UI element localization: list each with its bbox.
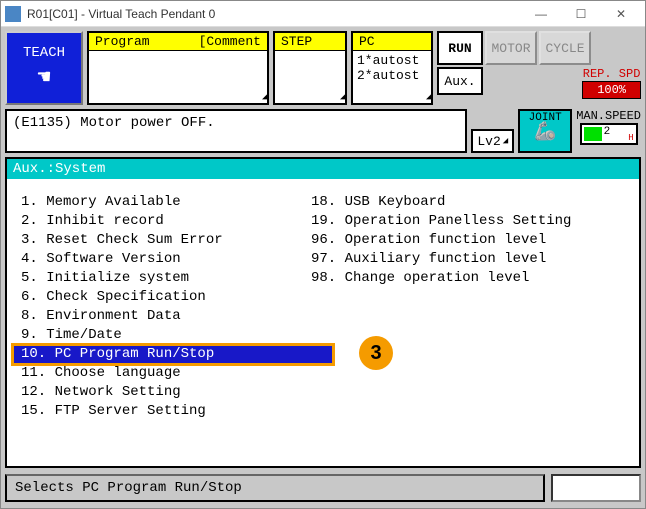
rep-speed: REP. SPD 100%	[582, 67, 641, 99]
menu-area: 1. Memory Available2. Inhibit record3. R…	[7, 179, 639, 466]
menu-column-2: 18. USB Keyboard19. Operation Panelless …	[309, 193, 573, 421]
pc-panel[interactable]: PC 1*autost 2*autost ◢	[351, 31, 433, 105]
minimize-button[interactable]: —	[521, 2, 561, 26]
resize-handle-icon: ◢	[340, 94, 344, 102]
message-box: (E1135) Motor power OFF.	[5, 109, 467, 153]
teach-label: TEACH	[23, 45, 65, 61]
man-speed-bar[interactable]: 2 H	[580, 123, 638, 145]
app-icon	[5, 6, 21, 22]
menu-item[interactable]: 10. PC Program Run/Stop	[13, 345, 333, 364]
menu-item[interactable]: 5. Initialize system	[19, 269, 309, 288]
pc-line-2: 2*autost	[357, 68, 427, 83]
menu-item[interactable]: 96. Operation function level	[309, 231, 573, 250]
menu-item[interactable]: 4. Software Version	[19, 250, 309, 269]
program-panel[interactable]: Program [Comment ◢	[87, 31, 269, 105]
man-speed-value: 2	[604, 126, 611, 138]
menu-item[interactable]: 1. Memory Available	[19, 193, 309, 212]
menu-item[interactable]: 3. Reset Check Sum Error	[19, 231, 309, 250]
maximize-button[interactable]: ☐	[561, 2, 601, 26]
motor-button[interactable]: MOTOR	[485, 31, 537, 65]
hint-bar: Selects PC Program Run/Stop	[5, 474, 545, 502]
resize-handle-icon: ◢	[262, 94, 266, 102]
annotation-badge: 3	[359, 336, 393, 370]
menu-item[interactable]: 98. Change operation level	[309, 269, 573, 288]
hand-icon: ☚	[37, 65, 50, 91]
input-box[interactable]	[551, 474, 641, 502]
robot-arm-icon: 🦾	[534, 124, 556, 142]
main-header: Aux.:System	[7, 159, 639, 179]
rep-speed-value[interactable]: 100%	[582, 81, 641, 99]
window-title: R01[C01] - Virtual Teach Pendant 0	[27, 7, 521, 21]
step-panel[interactable]: STEP ◢	[273, 31, 347, 105]
cycle-button[interactable]: CYCLE	[539, 31, 591, 65]
program-header-right: [Comment	[199, 34, 261, 49]
run-button[interactable]: RUN	[437, 31, 483, 65]
man-speed-fill	[584, 127, 602, 141]
resize-handle-icon: ◢	[503, 136, 508, 146]
status-message: (E1135) Motor power OFF.	[13, 115, 215, 131]
rep-speed-label: REP. SPD	[583, 67, 641, 81]
titlebar: R01[C01] - Virtual Teach Pendant 0 — ☐ ✕	[1, 1, 645, 27]
menu-column-1: 1. Memory Available2. Inhibit record3. R…	[19, 193, 309, 421]
main-panel: Aux.:System 1. Memory Available2. Inhibi…	[5, 157, 641, 468]
menu-item[interactable]: 2. Inhibit record	[19, 212, 309, 231]
close-button[interactable]: ✕	[601, 2, 641, 26]
step-header: STEP	[281, 34, 312, 49]
pendant-body: TEACH ☚ Program [Comment ◢ STEP ◢ PC	[1, 27, 645, 508]
pc-header: PC	[359, 34, 375, 49]
resize-handle-icon: ◢	[426, 94, 430, 102]
menu-item[interactable]: 18. USB Keyboard	[309, 193, 573, 212]
man-speed-h: H	[628, 133, 633, 143]
menu-item[interactable]: 19. Operation Panelless Setting	[309, 212, 573, 231]
aux-button[interactable]: Aux.	[437, 67, 483, 95]
program-header-left: Program	[95, 34, 150, 49]
menu-item[interactable]: 11. Choose language	[19, 364, 309, 383]
menu-item[interactable]: 12. Network Setting	[19, 383, 309, 402]
teach-button[interactable]: TEACH ☚	[5, 31, 83, 105]
menu-item[interactable]: 6. Check Specification	[19, 288, 309, 307]
man-speed-label: MAN.SPEED	[576, 109, 641, 123]
pc-line-1: 1*autost	[357, 53, 427, 68]
man-speed[interactable]: MAN.SPEED 2 H	[576, 109, 641, 153]
menu-item[interactable]: 15. FTP Server Setting	[19, 402, 309, 421]
joint-button[interactable]: JOINT 🦾	[518, 109, 572, 153]
menu-item[interactable]: 8. Environment Data	[19, 307, 309, 326]
level-button[interactable]: Lv2◢	[471, 129, 514, 153]
app-window: R01[C01] - Virtual Teach Pendant 0 — ☐ ✕…	[0, 0, 646, 509]
menu-item[interactable]: 9. Time/Date	[19, 326, 309, 345]
menu-item[interactable]: 97. Auxiliary function level	[309, 250, 573, 269]
